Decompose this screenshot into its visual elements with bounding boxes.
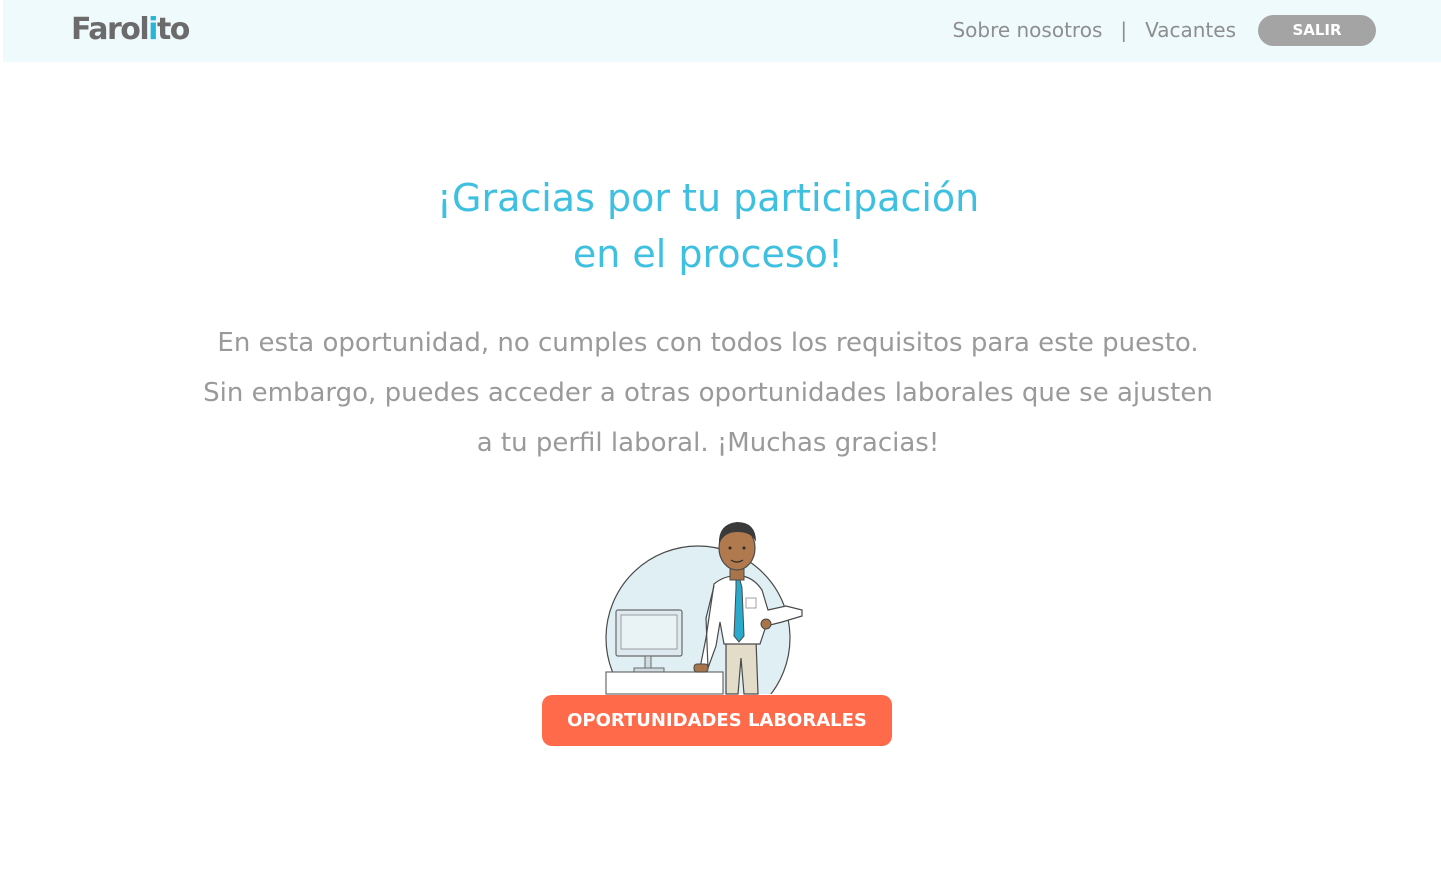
top-nav: Sobre nosotros | Vacantes SALIR [952,14,1376,46]
title-line-1: ¡Gracias por tu participación [436,176,980,220]
job-opportunities-button[interactable]: OPORTUNIDADES LABORALES [542,695,892,746]
logo-text-part1: Farol [71,12,150,47]
top-header: Farol i to Sobre nosotros | Vacantes SALIR [3,0,1441,62]
desk [605,671,724,695]
result-message: En esta oportunidad, no cumples con todo… [203,328,1213,458]
nav-link-about[interactable]: Sobre nosotros [952,18,1102,42]
nav-separator: | [1120,18,1128,42]
page-title: ¡Gracias por tu participación en el proc… [0,170,1416,282]
businessman-at-desk-illustration [596,518,816,731]
logo-text-accent: i [148,12,158,47]
illustration-svg [596,522,816,731]
logout-button[interactable]: SALIR [1258,14,1376,46]
logo-text-part2: to [156,12,190,47]
title-line-2: en el proceso! [572,232,844,276]
nav-link-jobs[interactable]: Vacantes [1145,18,1236,42]
farolito-logo[interactable]: Farol i to [71,12,190,48]
